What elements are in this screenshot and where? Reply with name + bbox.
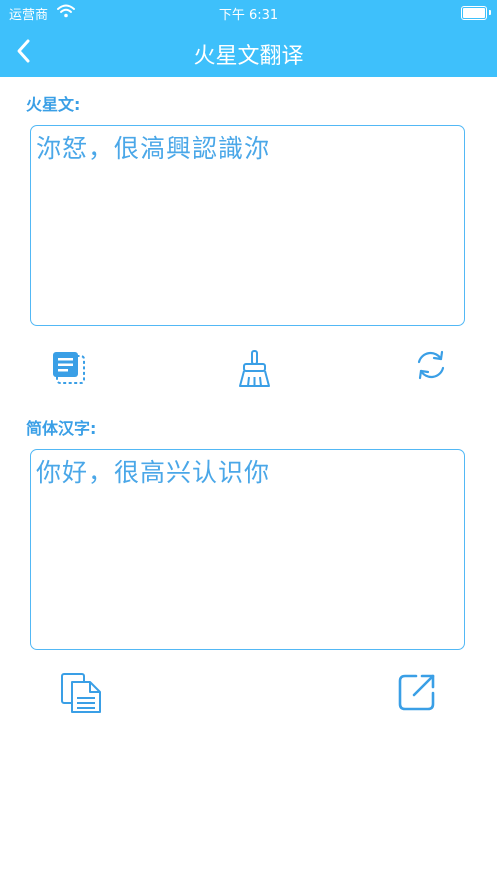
martian-label: 火星文: xyxy=(26,95,81,114)
nav-bar: 火星文翻译 xyxy=(0,26,497,77)
broom-icon[interactable] xyxy=(236,349,274,389)
battery-icon xyxy=(461,6,491,20)
simplified-label: 简体汉字: xyxy=(26,419,97,438)
share-icon[interactable] xyxy=(396,671,438,713)
copy-icon[interactable] xyxy=(58,671,104,715)
martian-text-input[interactable]: 沵恏，佷滈興認識沵 xyxy=(30,125,465,326)
page-title: 火星文翻译 xyxy=(193,44,304,69)
refresh-icon[interactable] xyxy=(413,347,449,383)
simplified-text-output[interactable]: 你好，很高兴认识你 xyxy=(30,449,465,650)
paste-icon[interactable] xyxy=(50,349,88,387)
status-time: 下午 6:31 xyxy=(218,8,279,23)
status-bar: 运营商 下午 6:31 xyxy=(0,0,497,26)
